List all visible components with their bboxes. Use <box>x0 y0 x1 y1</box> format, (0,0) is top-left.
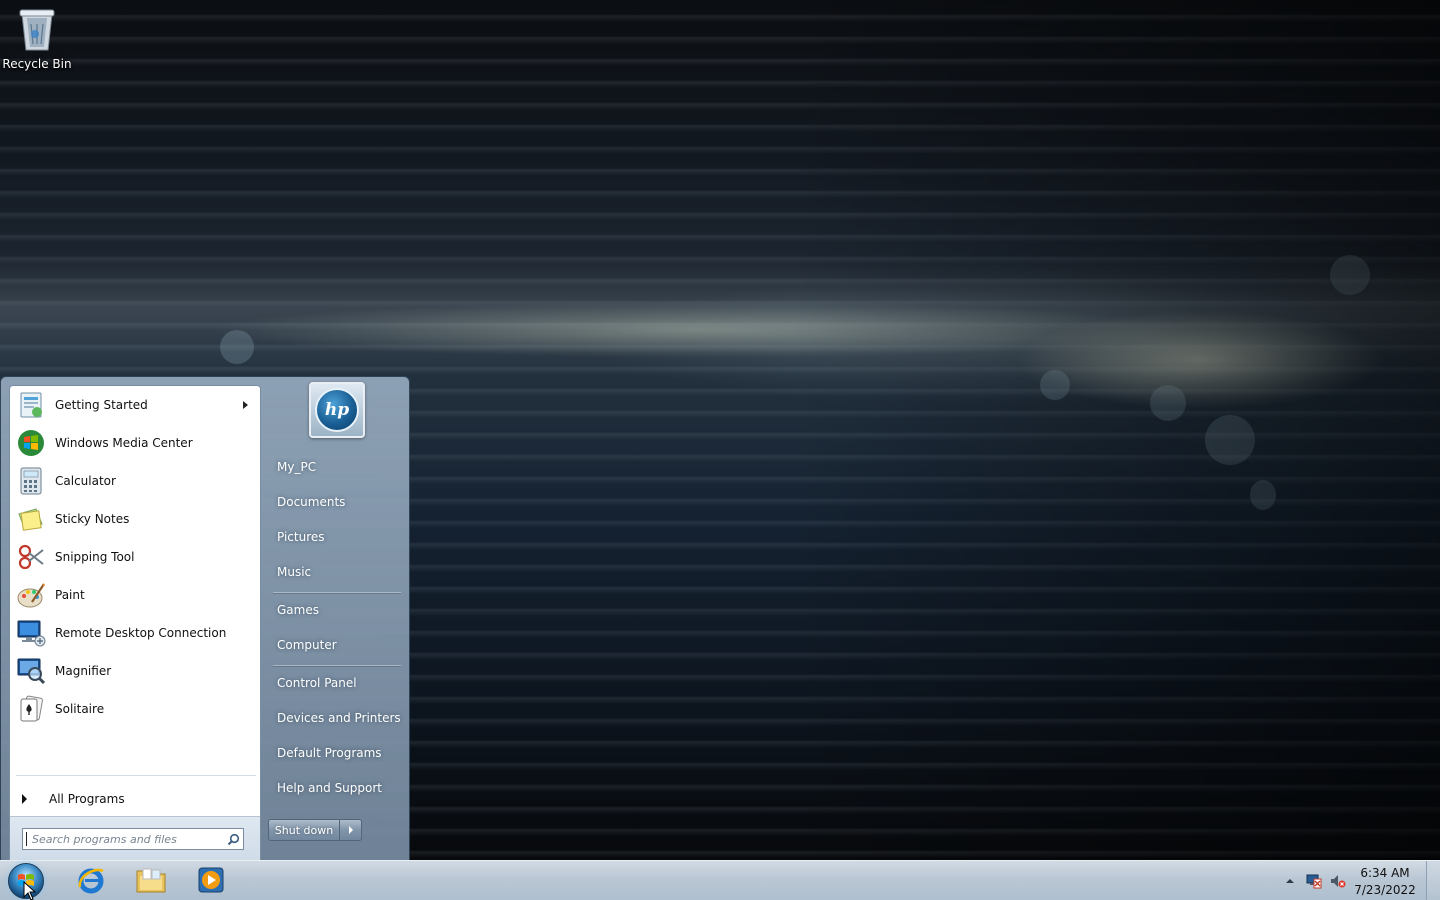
start-menu-places-pane: hp My_PC Documents Pictures Music Games … <box>263 377 409 861</box>
remote-desktop-icon <box>15 617 47 649</box>
user-picture[interactable]: hp <box>309 382 365 438</box>
all-programs-button[interactable]: All Programs <box>12 784 258 814</box>
start-menu-programs-pane: Getting Started Windows Media Center Cal… <box>9 385 261 862</box>
place-computer[interactable]: Computer <box>269 630 403 660</box>
place-music[interactable]: Music <box>269 557 403 587</box>
program-solitaire[interactable]: Solitaire <box>12 691 258 727</box>
shutdown-button[interactable]: Shut down <box>268 819 340 841</box>
clock-time: 6:34 AM <box>1360 866 1410 880</box>
taskbar: 6:34 AM 7/23/2022 <box>0 860 1440 900</box>
chevron-right-icon <box>348 826 353 834</box>
program-getting-started[interactable]: Getting Started <box>12 387 258 423</box>
program-label: Calculator <box>55 474 116 488</box>
program-label: Magnifier <box>55 664 112 678</box>
wallpaper-bokeh <box>1205 415 1255 465</box>
shutdown-options-button[interactable] <box>340 819 362 841</box>
place-control-panel[interactable]: Control Panel <box>269 668 403 698</box>
taskbar-internet-explorer[interactable] <box>62 863 120 899</box>
calculator-icon <box>15 465 47 497</box>
programs-separator <box>16 775 256 776</box>
hp-logo-icon: hp <box>315 388 359 432</box>
place-games[interactable]: Games <box>269 595 403 625</box>
program-calculator[interactable]: Calculator <box>12 463 258 499</box>
show-hidden-icons-icon[interactable] <box>1282 873 1298 889</box>
volume-muted-icon[interactable] <box>1330 873 1346 889</box>
internet-explorer-icon <box>76 865 106 898</box>
wallpaper-bokeh <box>1040 370 1070 400</box>
windows-media-player-icon <box>196 865 226 898</box>
search-input[interactable] <box>26 832 223 846</box>
wallpaper-bokeh <box>220 330 254 364</box>
program-label: Windows Media Center <box>55 436 193 450</box>
windows-media-center-icon <box>15 427 47 459</box>
submenu-arrow-icon[interactable] <box>243 401 248 409</box>
shutdown-group: Shut down <box>268 819 362 841</box>
program-snipping-tool[interactable]: Snipping Tool <box>12 539 258 575</box>
desktop-icon-label: Recycle Bin <box>2 57 72 71</box>
sticky-notes-icon <box>15 503 47 535</box>
all-programs-arrow-icon <box>22 794 27 804</box>
mouse-cursor-icon <box>23 880 37 900</box>
place-my-pc[interactable]: My_PC <box>269 452 403 482</box>
windows-explorer-icon <box>135 865 167 898</box>
wallpaper-bokeh <box>1330 255 1370 295</box>
taskbar-windows-explorer[interactable] <box>122 863 180 899</box>
network-icon[interactable] <box>1306 873 1322 889</box>
program-label: Getting Started <box>55 398 148 412</box>
program-paint[interactable]: Paint <box>12 577 258 613</box>
taskbar-windows-media-player[interactable] <box>182 863 240 899</box>
clock-date: 7/23/2022 <box>1354 883 1416 897</box>
desktop-icon-recycle-bin[interactable]: Recycle Bin <box>2 6 72 76</box>
places-separator <box>273 665 401 666</box>
program-label: Paint <box>55 588 85 602</box>
getting-started-icon <box>15 389 47 421</box>
solitaire-icon <box>15 693 47 725</box>
place-documents[interactable]: Documents <box>269 487 403 517</box>
search-box[interactable] <box>22 828 244 850</box>
program-label: Remote Desktop Connection <box>55 626 227 640</box>
places-separator <box>273 592 401 593</box>
place-devices-and-printers[interactable]: Devices and Printers <box>269 703 403 733</box>
system-tray: 6:34 AM 7/23/2022 <box>1270 861 1440 900</box>
snipping-tool-icon <box>15 541 47 573</box>
clock[interactable]: 6:34 AM 7/23/2022 <box>1352 865 1418 899</box>
all-programs-label: All Programs <box>49 792 125 806</box>
place-help-and-support[interactable]: Help and Support <box>269 773 403 803</box>
program-label: Snipping Tool <box>55 550 135 564</box>
show-desktop-button[interactable] <box>1426 861 1440 900</box>
recycle-bin-icon <box>18 6 56 55</box>
program-label: Solitaire <box>55 702 105 716</box>
start-menu: Getting Started Windows Media Center Cal… <box>0 376 410 862</box>
wallpaper-bokeh <box>1150 385 1186 421</box>
magnifier-icon <box>15 655 47 687</box>
place-pictures[interactable]: Pictures <box>269 522 403 552</box>
program-magnifier[interactable]: Magnifier <box>12 653 258 689</box>
wallpaper-bokeh <box>1250 480 1276 510</box>
place-default-programs[interactable]: Default Programs <box>269 738 403 768</box>
paint-icon <box>15 579 47 611</box>
program-label: Sticky Notes <box>55 512 130 526</box>
program-windows-media-center[interactable]: Windows Media Center <box>12 425 258 461</box>
search-area <box>10 816 260 862</box>
program-sticky-notes[interactable]: Sticky Notes <box>12 501 258 537</box>
search-icon[interactable] <box>223 829 243 849</box>
program-remote-desktop-connection[interactable]: Remote Desktop Connection <box>12 615 258 651</box>
